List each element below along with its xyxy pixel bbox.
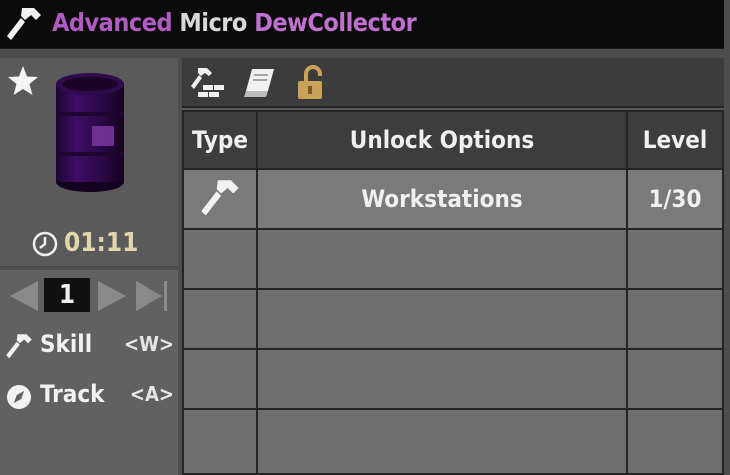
skill-label: Skill <box>40 330 93 358</box>
row-type-icon-cell[interactable] <box>182 168 258 230</box>
hammer-icon <box>7 8 41 40</box>
table-row <box>256 348 628 410</box>
unlocked-padlock-icon[interactable] <box>294 65 330 101</box>
clock-icon <box>32 231 58 257</box>
craft-time: 01:11 <box>64 228 139 258</box>
item-info-panel: 1 Skill <W> Track <A> <box>0 270 178 475</box>
table-row <box>182 408 258 475</box>
arrow-right-icon[interactable] <box>94 278 130 314</box>
track-row[interactable]: Track <A> <box>4 380 176 412</box>
table-row <box>182 288 258 350</box>
compass-icon <box>7 385 31 409</box>
table-row <box>626 408 724 475</box>
page-number: 1 <box>44 278 90 312</box>
purple-drum-icon <box>56 73 124 192</box>
table-row <box>256 228 628 290</box>
unlock-table: Type Unlock Options Level Workstations 1… <box>182 110 724 475</box>
window-title: Advanced Micro DewCollector <box>52 8 417 37</box>
arrow-last-icon[interactable] <box>134 278 170 314</box>
table-row <box>256 288 628 350</box>
table-row-level: 1/30 <box>626 168 724 230</box>
skill-hotkey: <W> <box>123 332 174 356</box>
table-row-unlock[interactable]: Workstations <box>256 168 628 230</box>
skill-row[interactable]: Skill <W> <box>4 330 176 362</box>
track-label: Track <box>40 380 105 408</box>
panel-toolbar <box>182 58 724 108</box>
unlock-panel: Type Unlock Options Level Workstations 1… <box>182 58 724 475</box>
recipe-book-icon[interactable] <box>242 65 278 101</box>
header-unlock-options: Unlock Options <box>256 110 628 170</box>
hammer-icon <box>6 334 32 359</box>
star-icon[interactable] <box>6 64 40 98</box>
header-type: Type <box>182 110 258 170</box>
crafting-brick-hammer-icon[interactable] <box>190 65 226 101</box>
table-row <box>256 408 628 475</box>
arrow-left-icon[interactable] <box>6 278 42 314</box>
hammer-icon <box>201 180 239 216</box>
table-row <box>182 348 258 410</box>
table-row <box>182 228 258 290</box>
track-hotkey: <A> <box>129 382 174 406</box>
table-row <box>626 348 724 410</box>
title-bar: Advanced Micro DewCollector <box>0 0 724 49</box>
table-row <box>626 228 724 290</box>
table-row <box>626 288 724 350</box>
header-level: Level <box>626 110 724 170</box>
item-preview-panel: 01:11 <box>0 58 178 266</box>
